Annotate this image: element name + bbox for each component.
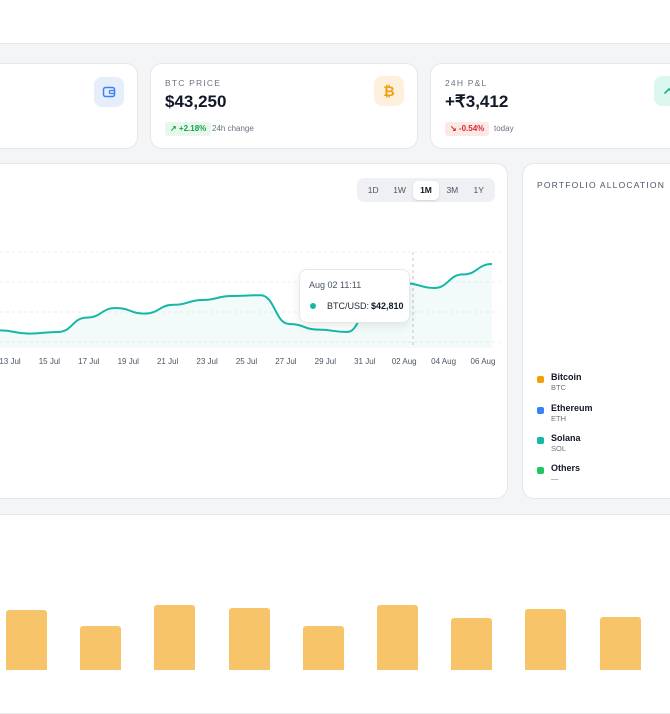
volume-bar[interactable] [451,618,493,670]
portfolio-allocation-card: PORTFOLIO ALLOCATION Bitcoin BTC Ethereu… [522,163,670,499]
range-button-1y[interactable]: 1Y [466,181,492,200]
range-button-1w[interactable]: 1W [387,181,413,200]
legend-asset-symbol: ETH [551,414,566,423]
x-axis-tick-label: 21 Jul [156,357,179,366]
bitcoin-icon: ₿ [374,76,404,106]
legend-color-swatch [537,407,544,414]
legend-asset-symbol: BTC [551,383,566,392]
x-axis-tick-label: 23 Jul [196,357,218,366]
tooltip-date: Aug 02 11:11 [309,280,362,290]
trend-up-icon [654,76,670,106]
stat-note: today [494,124,514,133]
legend-asset-name: Ethereum [551,403,593,413]
legend-asset-name: Others [551,463,581,473]
legend-color-swatch [537,437,544,444]
stat-card-btc-price: BTC PRICE $43,250 ↗ +2.18% 24h change ₿ [150,63,418,149]
x-axis-tick-label: 19 Jul [117,357,139,366]
allocation-title: PORTFOLIO ALLOCATION [537,180,666,190]
tooltip-series-dot [310,303,316,309]
stat-label: BTC PRICE [165,78,222,88]
volume-chart-card [0,514,670,714]
legend-color-swatch [537,467,544,474]
stat-note: 24h change [212,124,254,133]
volume-bar[interactable] [228,608,270,670]
range-button-1d[interactable]: 1D [360,181,386,200]
volume-bar[interactable] [599,617,641,670]
volume-bar[interactable] [525,609,567,670]
x-axis-tick-label: 06 Aug [470,357,496,366]
x-axis-tick-label: 27 Jul [275,357,297,366]
stat-change-badge: ↗ +2.18% [165,122,212,136]
wallet-icon [94,77,124,107]
bitcoin-glyph: ₿ [383,83,395,99]
x-axis-tick-label: 02 Aug [391,357,417,366]
tooltip-label: BTC/USD: [327,301,370,311]
x-axis-tick-label: 29 Jul [314,357,337,366]
legend-asset-name: Solana [551,433,581,443]
stat-card-wallet [0,63,138,149]
legend-asset-symbol: — [551,474,559,483]
chart-tooltip: Aug 02 11:11 BTC/USD: $42,810 [299,269,410,323]
volume-bar[interactable] [6,610,47,670]
stat-change-badge: ↘ -0.54% [445,122,490,136]
top-navbar [0,0,670,44]
price-area-fill [0,264,492,348]
range-button-1m[interactable]: 1M [412,180,439,200]
volume-bar[interactable] [154,605,196,670]
x-axis-tick-label: 15 Jul [38,357,61,366]
volume-bar[interactable] [377,605,418,670]
stat-value: +₹3,412 [445,92,509,111]
range-button-3m[interactable]: 3M [439,181,465,200]
legend-asset-symbol: SOL [551,444,567,453]
time-range-selector: 1D 1W 1M 3M 1Y [357,178,495,202]
legend-color-swatch [537,376,544,383]
volume-bar[interactable] [80,626,122,670]
x-axis-tick-label: 31 Jul [354,357,376,366]
x-axis-tick-label: 25 Jul [235,357,258,366]
tooltip-value: $42,810 [371,301,404,311]
stat-card-pnl: 24H P&L +₹3,412 ↘ -0.54% today [430,63,670,149]
x-axis-tick-label: 13 Jul [0,357,21,366]
volume-bar[interactable] [302,626,344,670]
x-axis-tick-label: 04 Aug [431,357,457,366]
legend-asset-name: Bitcoin [551,372,582,382]
x-axis-tick-label: 17 Jul [78,357,100,366]
stat-label: 24H P&L [445,78,488,88]
stat-value: $43,250 [165,92,227,111]
